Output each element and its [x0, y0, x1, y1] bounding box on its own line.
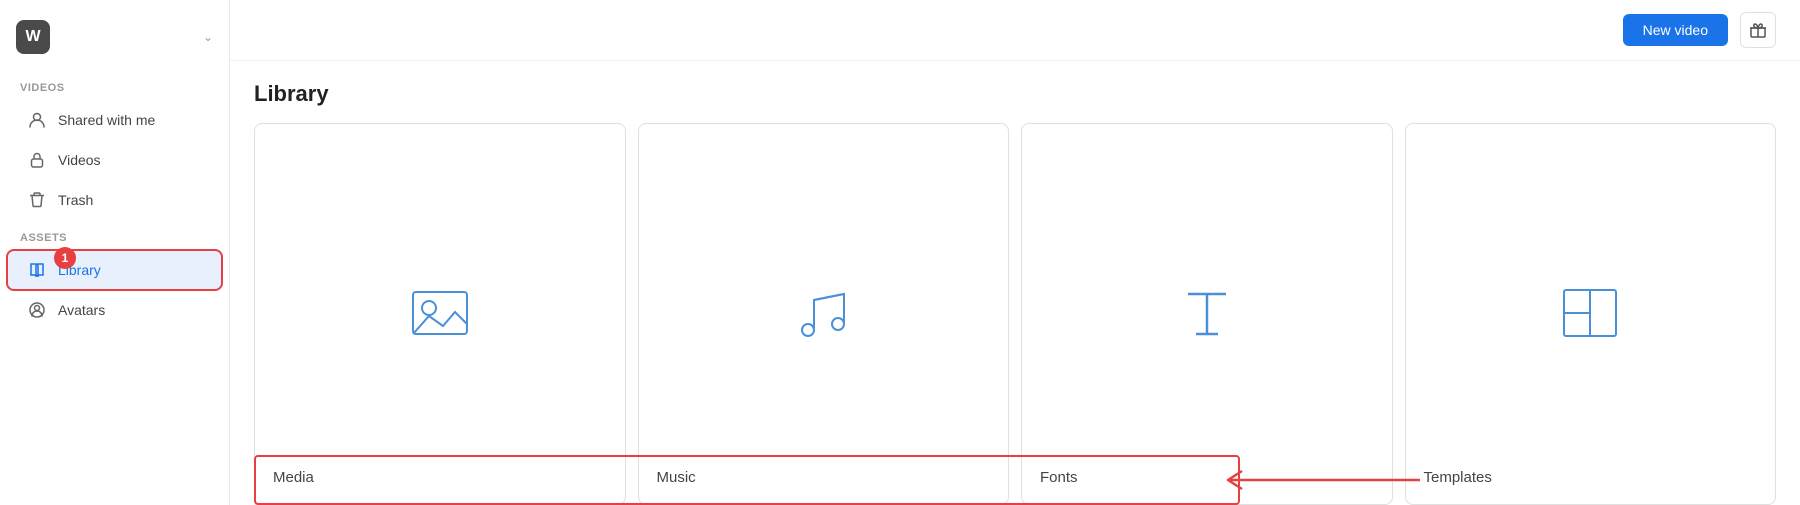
top-bar: New video: [230, 0, 1800, 61]
avatar-icon: [28, 301, 46, 319]
templates-icon: [1558, 281, 1622, 345]
person-icon: [28, 111, 46, 129]
media-label: Media: [273, 469, 314, 486]
fonts-label: Fonts: [1040, 469, 1078, 486]
sidebar-item-trash[interactable]: Trash: [8, 181, 221, 219]
sidebar-item-avatars[interactable]: Avatars: [8, 291, 221, 329]
music-icon: [791, 281, 855, 345]
page-title: Library: [230, 61, 1800, 123]
sidebar: W ⌄ Videos Shared with me Videos: [0, 0, 230, 505]
book-icon: [28, 261, 46, 279]
sidebar-item-shared[interactable]: Shared with me: [8, 101, 221, 139]
sidebar-item-videos-label: Videos: [58, 152, 101, 168]
gift-button[interactable]: [1740, 12, 1776, 48]
sidebar-item-avatars-label: Avatars: [58, 302, 105, 318]
sidebar-item-trash-label: Trash: [58, 192, 93, 208]
music-card[interactable]: Music: [638, 123, 1010, 505]
badge: 1: [54, 247, 76, 269]
lock-icon: [28, 151, 46, 169]
main-content: New video Library Me: [230, 0, 1800, 505]
fonts-card[interactable]: Fonts: [1021, 123, 1393, 505]
media-icon: [408, 281, 472, 345]
new-video-button[interactable]: New video: [1623, 14, 1728, 46]
music-label: Music: [657, 469, 696, 486]
sidebar-item-shared-label: Shared with me: [58, 112, 155, 128]
fonts-icon: [1175, 281, 1239, 345]
trash-icon: [28, 191, 46, 209]
logo[interactable]: W: [16, 20, 50, 54]
videos-section-label: Videos: [0, 70, 229, 100]
assets-section-label: Assets: [0, 220, 229, 250]
sidebar-item-library[interactable]: 1 Library: [8, 251, 221, 289]
media-card[interactable]: Media: [254, 123, 626, 505]
templates-card[interactable]: Templates: [1405, 123, 1777, 505]
chevron-down-icon[interactable]: ⌄: [203, 30, 213, 44]
sidebar-item-videos[interactable]: Videos: [8, 141, 221, 179]
sidebar-header: W ⌄: [0, 12, 229, 70]
library-cards-row: Media Music: [230, 123, 1800, 505]
templates-label: Templates: [1424, 469, 1492, 486]
library-content: Media Music: [230, 123, 1800, 505]
